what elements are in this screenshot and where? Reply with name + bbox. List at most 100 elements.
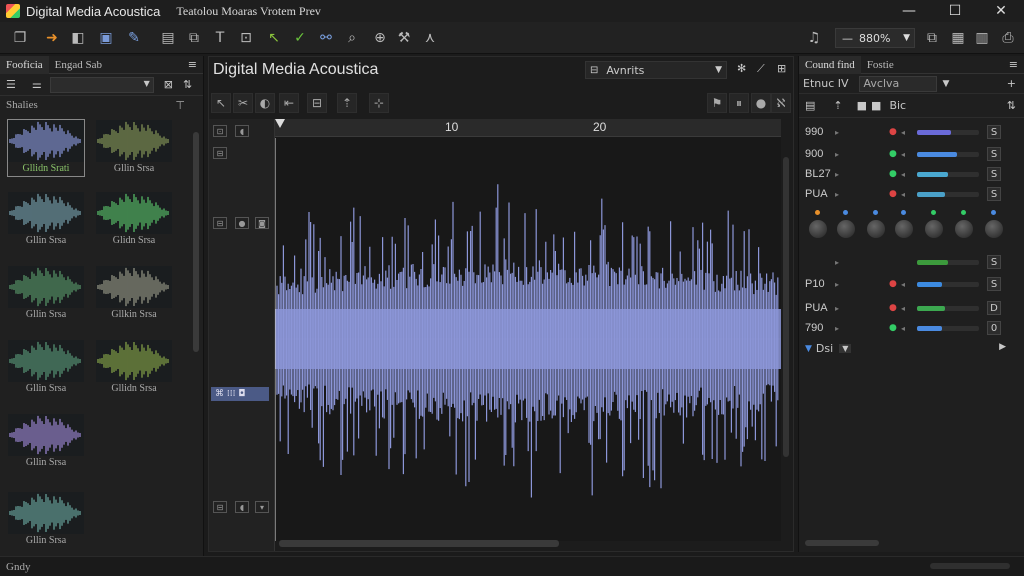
media-thumbnail[interactable]: Gllin Srsa xyxy=(8,266,84,322)
search-icon[interactable]: ⌕ xyxy=(342,28,362,48)
channel-solo-button[interactable]: S xyxy=(987,255,1001,269)
track2-icon[interactable]: ⊟ xyxy=(213,217,227,229)
list-icon[interactable]: ☰ xyxy=(6,78,16,91)
pan-knob[interactable] xyxy=(955,220,973,238)
view-select[interactable]: ⊟ Avnrits ▼ xyxy=(585,61,727,79)
add-icon[interactable]: + xyxy=(1007,77,1016,90)
fx-icon[interactable]: ℵ xyxy=(771,93,791,113)
region-icon[interactable]: ⊟ xyxy=(307,93,327,113)
copy-icon[interactable]: ❐ xyxy=(10,28,30,48)
channel-solo-button[interactable]: S xyxy=(987,277,1001,291)
media-thumbnail[interactable]: Gllin Srsa xyxy=(8,414,84,470)
waveform-canvas[interactable] xyxy=(274,137,781,541)
channel-level-meter[interactable] xyxy=(917,281,979,287)
up-arrow-icon[interactable]: ⇡ xyxy=(833,99,842,112)
channel-level-meter[interactable] xyxy=(917,325,979,331)
mixer-channel-row[interactable]: 990 ▸ ● ◂ S xyxy=(805,122,1015,142)
channel-level-meter[interactable] xyxy=(917,151,979,157)
channel-solo-button[interactable]: S xyxy=(987,187,1001,201)
pan-knob[interactable] xyxy=(837,220,855,238)
node-icon[interactable]: ⋏ xyxy=(420,28,440,48)
record-icon[interactable]: ● xyxy=(751,93,771,113)
left-scrollbar[interactable] xyxy=(193,132,199,352)
text-icon[interactable]: T xyxy=(210,28,230,48)
grid-icon[interactable]: ▥ xyxy=(972,28,992,48)
tab-engad[interactable]: Engad Sab xyxy=(49,59,108,71)
editor-vertical-scrollbar[interactable] xyxy=(783,157,789,457)
check-icon[interactable]: ✓ xyxy=(290,28,310,48)
playhead-marker[interactable] xyxy=(275,119,285,128)
mixer-channel-row[interactable]: ▸ S xyxy=(805,252,1015,272)
channel-level-meter[interactable] xyxy=(917,129,979,135)
media-thumbnail[interactable]: Gllin Srsa xyxy=(8,192,84,248)
pan-knob[interactable] xyxy=(867,220,885,238)
pause-icon[interactable]: ⏸ xyxy=(729,93,749,113)
tool-icon[interactable]: ⚒ xyxy=(394,28,414,48)
tab-fooficia[interactable]: Fooficia xyxy=(0,55,49,74)
tab-fostie[interactable]: Fostie xyxy=(861,59,900,71)
channel-level-meter[interactable] xyxy=(917,305,979,311)
tab-cound-find[interactable]: Cound find xyxy=(799,55,861,74)
mute-icon[interactable]: ◖ xyxy=(235,125,249,137)
pan-knob[interactable] xyxy=(895,220,913,238)
stop-icon[interactable]: ■ xyxy=(857,99,867,112)
bell-icon[interactable]: ♫ xyxy=(804,28,824,48)
mixer-channel-row[interactable]: PUA ▸ ● ◂ D xyxy=(805,298,1015,318)
track3-dropdown-icon[interactable]: ▾ xyxy=(255,501,269,513)
play-icon[interactable]: ▶ xyxy=(999,342,1006,352)
window-icon[interactable]: ⧉ xyxy=(922,28,942,48)
media-thumbnail[interactable]: Gllidn Srsa xyxy=(96,340,172,396)
title-menu[interactable]: Teatolou Moaras Vrotem Prev xyxy=(176,4,321,19)
track3-mute-icon[interactable]: ◖ xyxy=(235,501,249,513)
track3-icon[interactable]: ⊟ xyxy=(213,501,227,513)
channel-level-meter[interactable] xyxy=(917,191,979,197)
flag-icon[interactable]: ⚑ xyxy=(707,93,727,113)
print-icon[interactable]: ⎙ xyxy=(998,28,1018,48)
mixer-channel-row[interactable]: P10 ▸ ● ◂ S xyxy=(805,274,1015,294)
slip-icon[interactable]: ⇡ xyxy=(337,93,357,113)
pan-knob[interactable] xyxy=(985,220,1003,238)
panel-icon[interactable]: ▦ xyxy=(948,28,968,48)
cut-icon[interactable]: ⧉ xyxy=(184,28,204,48)
track-settings-icon[interactable]: ◙ xyxy=(255,217,269,229)
sort-icon[interactable]: ⇅ xyxy=(183,78,192,91)
list-icon[interactable]: ▤ xyxy=(805,99,815,112)
mixer-section-toggle[interactable]: ▼ Dsi ▼ xyxy=(805,342,852,355)
snap-icon[interactable]: ⊹ xyxy=(369,93,389,113)
globe-icon[interactable]: ⊕ xyxy=(370,28,390,48)
mixer-scrollbar[interactable] xyxy=(805,540,879,546)
media-thumbnail[interactable]: Gllin Srsa xyxy=(8,492,84,548)
chevron-down-icon[interactable]: ▼ xyxy=(943,79,950,89)
folder-icon[interactable]: ⊠ xyxy=(164,78,173,91)
track-toggle-icon[interactable]: ⊡ xyxy=(213,125,227,137)
channel-solo-button[interactable]: 0 xyxy=(987,321,1001,335)
save-icon[interactable]: ▣ xyxy=(96,28,116,48)
pointer-icon[interactable]: ↖ xyxy=(264,28,284,48)
layers-icon[interactable]: ◧ xyxy=(68,28,88,48)
marker-icon[interactable]: ◐ xyxy=(255,93,275,113)
solo-icon[interactable]: ● xyxy=(235,217,249,229)
pan-knob[interactable] xyxy=(809,220,827,238)
close-button[interactable]: ✕ xyxy=(978,0,1024,22)
editor-horizontal-scrollbar[interactable] xyxy=(279,540,559,547)
media-thumbnail[interactable]: Gllkin Srsa xyxy=(96,266,172,322)
pin-icon[interactable]: ⊤ xyxy=(175,99,185,112)
settings-icon[interactable]: ✻ xyxy=(737,62,746,75)
selected-track-indicator[interactable]: ⌘ ⁞⁞⁞ ◘ xyxy=(211,387,269,401)
arrow-right-icon[interactable]: ➜ xyxy=(42,28,62,48)
grid-icon[interactable]: ⊞ xyxy=(777,62,786,75)
clipboard-icon[interactable]: ▤ xyxy=(158,28,178,48)
channel-level-meter[interactable] xyxy=(917,259,979,265)
track-expand-icon[interactable]: ⊟ xyxy=(213,147,227,159)
channel-level-meter[interactable] xyxy=(917,171,979,177)
square-icon[interactable]: ■ xyxy=(871,99,881,112)
trim-icon[interactable]: ⇤ xyxy=(279,93,299,113)
mixer-channel-row[interactable]: 790 ▸ ● ◂ 0 xyxy=(805,318,1015,338)
menu-icon[interactable]: ≡ xyxy=(1009,58,1018,71)
pen-icon[interactable]: ✎ xyxy=(124,28,144,48)
brush-icon[interactable]: ⟋ xyxy=(757,62,765,76)
mixer-channel-row[interactable]: PUA ▸ ● ◂ S xyxy=(805,184,1015,204)
channel-solo-button[interactable]: S xyxy=(987,167,1001,181)
minimize-button[interactable]: — xyxy=(886,0,932,22)
channel-solo-button[interactable]: S xyxy=(987,147,1001,161)
